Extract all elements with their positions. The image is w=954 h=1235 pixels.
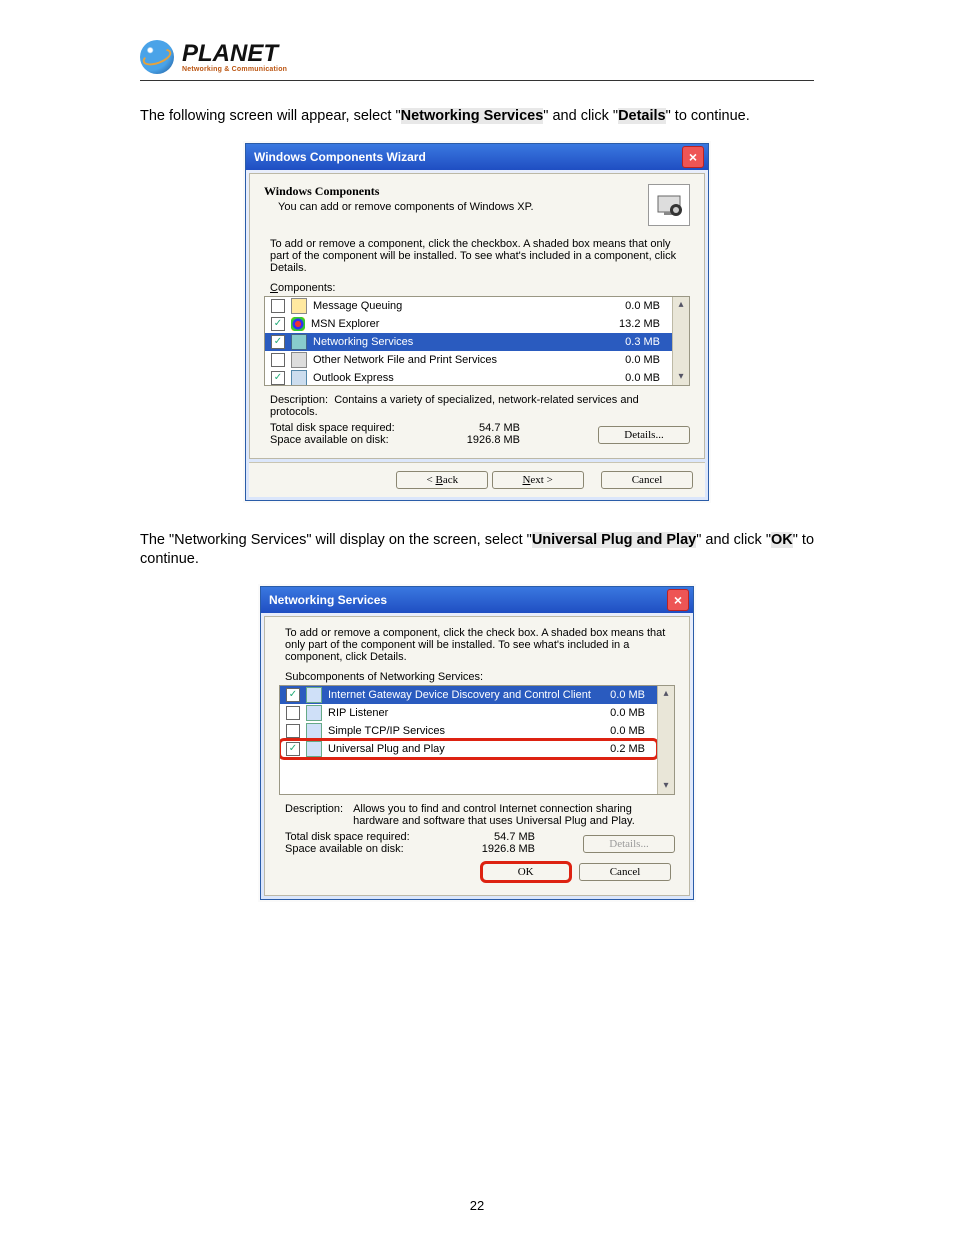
ok-button[interactable]: OK — [482, 863, 570, 881]
wizard-footer: < Back Next > Cancel — [249, 462, 705, 497]
list-item-label: Networking Services — [313, 336, 413, 348]
list-item-label: MSN Explorer — [311, 318, 379, 330]
details-button: Details... — [583, 835, 675, 853]
brand-name: PLANET — [182, 42, 287, 66]
close-icon[interactable]: × — [682, 146, 704, 168]
checkbox[interactable] — [271, 299, 285, 313]
disk-available: Space available on disk:1926.8 MB — [270, 434, 592, 446]
checkbox[interactable] — [286, 742, 300, 756]
checkbox[interactable] — [286, 724, 300, 738]
dialog-titlebar[interactable]: Windows Components Wizard × — [246, 144, 708, 170]
list-item[interactable]: Simple TCP/IP Services 0.0 MB — [280, 722, 657, 740]
disk-required: Total disk space required:54.7 MB — [285, 831, 577, 843]
disk-available: Space available on disk:1926.8 MB — [285, 843, 577, 855]
list-item-size: 0.0 MB — [610, 707, 651, 719]
dialog-instructions: To add or remove a component, click the … — [285, 627, 669, 663]
wizard-instructions: To add or remove a component, click the … — [270, 238, 684, 274]
page-number: 22 — [0, 1198, 954, 1213]
prn-icon — [291, 352, 307, 368]
back-button[interactable]: < Back — [396, 471, 488, 489]
oe-icon — [291, 370, 307, 386]
brand-text: PLANET Networking & Communication — [182, 42, 287, 73]
dialog-titlebar[interactable]: Networking Services × — [261, 587, 693, 613]
list-item[interactable]: RIP Listener 0.0 MB — [280, 704, 657, 722]
srv-icon — [306, 741, 322, 757]
scroll-down-icon[interactable]: ▾ — [673, 369, 689, 385]
paragraph-1: The following screen will appear, select… — [140, 107, 814, 127]
srv-icon — [306, 723, 322, 739]
brand-tagline: Networking & Communication — [182, 66, 287, 73]
components-label: Components: — [270, 282, 684, 294]
checkbox[interactable] — [271, 317, 285, 331]
description-row: Description: Allows you to find and cont… — [285, 803, 669, 827]
checkbox[interactable] — [271, 335, 285, 349]
list-item-label: Message Queuing — [313, 300, 402, 312]
list-item-size: 13.2 MB — [619, 318, 666, 330]
msn-icon — [291, 317, 305, 331]
next-button[interactable]: Next > — [492, 471, 584, 489]
list-item[interactable]: Universal Plug and Play 0.2 MB — [280, 740, 657, 758]
scrollbar[interactable]: ▴ ▾ — [657, 686, 674, 794]
srv-icon — [306, 687, 322, 703]
srv-icon — [306, 705, 322, 721]
paragraph-2: The "Networking Services" will display o… — [140, 531, 814, 570]
brand-header: PLANET Networking & Communication — [140, 40, 814, 81]
list-item-label: Simple TCP/IP Services — [328, 725, 445, 737]
checkbox[interactable] — [271, 371, 285, 385]
list-item-size: 0.0 MB — [610, 689, 651, 701]
disk-required: Total disk space required:54.7 MB — [270, 422, 592, 434]
close-icon[interactable]: × — [667, 589, 689, 611]
checkbox[interactable] — [286, 706, 300, 720]
list-item[interactable]: MSN Explorer 13.2 MB — [265, 315, 672, 333]
list-item[interactable]: Networking Services 0.3 MB — [265, 333, 672, 351]
dialog-title: Windows Components Wizard — [254, 150, 426, 164]
list-item-size: 0.0 MB — [625, 372, 666, 384]
list-item[interactable]: Outlook Express 0.0 MB — [265, 369, 672, 386]
cancel-button[interactable]: Cancel — [579, 863, 671, 881]
list-item-label: Outlook Express — [313, 372, 394, 384]
description-row: Description: Contains a variety of speci… — [270, 394, 684, 418]
wizard-heading: Windows Components — [264, 184, 534, 199]
list-item-label: RIP Listener — [328, 707, 388, 719]
subcomponents-label: Subcomponents of Networking Services: — [285, 671, 669, 683]
net-icon — [291, 334, 307, 350]
wizard-header-icon — [648, 184, 690, 226]
cancel-button[interactable]: Cancel — [601, 471, 693, 489]
details-button[interactable]: Details... — [598, 426, 690, 444]
scroll-down-icon[interactable]: ▾ — [658, 778, 674, 794]
scroll-up-icon[interactable]: ▴ — [658, 686, 674, 702]
dialog-footer: OK Cancel — [279, 863, 671, 881]
list-item[interactable]: Message Queuing 0.0 MB — [265, 297, 672, 315]
list-item-size: 0.0 MB — [625, 354, 666, 366]
dialog-networking-services: Networking Services × To add or remove a… — [260, 586, 694, 900]
list-item-size: 0.3 MB — [625, 336, 666, 348]
list-item-label: Internet Gateway Device Discovery and Co… — [328, 689, 591, 701]
globe-icon — [140, 40, 174, 74]
list-item-size: 0.0 MB — [610, 725, 651, 737]
components-list[interactable]: Message Queuing 0.0 MB MSN Explorer 13.2 MB… — [264, 296, 690, 386]
subcomponents-list[interactable]: Internet Gateway Device Discovery and Co… — [279, 685, 675, 795]
list-item[interactable]: Other Network File and Print Services 0.0… — [265, 351, 672, 369]
box-icon — [291, 298, 307, 314]
wizard-subtext: You can add or remove components of Wind… — [278, 201, 534, 213]
list-item-label: Universal Plug and Play — [328, 743, 445, 755]
list-item-size: 0.0 MB — [625, 300, 666, 312]
scrollbar[interactable]: ▴ ▾ — [672, 297, 689, 385]
list-item[interactable]: Internet Gateway Device Discovery and Co… — [280, 686, 657, 704]
dialog-title: Networking Services — [269, 593, 387, 607]
checkbox[interactable] — [286, 688, 300, 702]
dialog-windows-components-wizard: Windows Components Wizard × Windows Comp… — [245, 143, 709, 501]
list-item-label: Other Network File and Print Services — [313, 354, 497, 366]
checkbox[interactable] — [271, 353, 285, 367]
list-item-size: 0.2 MB — [610, 743, 651, 755]
scroll-up-icon[interactable]: ▴ — [673, 297, 689, 313]
